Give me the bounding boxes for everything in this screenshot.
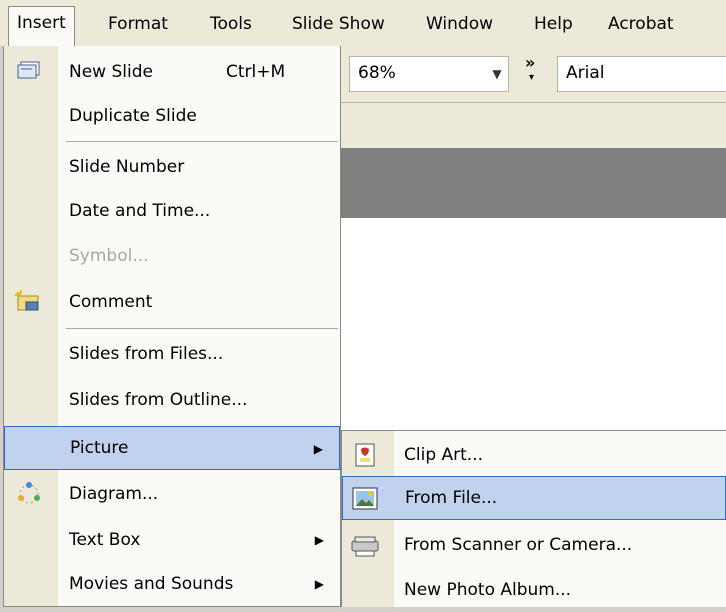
menu-item-from-scanner[interactable]: From Scanner or Camera... — [342, 523, 726, 567]
menu-format[interactable]: Format — [100, 8, 176, 40]
picture-file-icon — [348, 483, 382, 515]
toolbar-overflow-icon[interactable]: » — [525, 54, 535, 72]
menu-item-slide-number[interactable]: Slide Number — [4, 145, 340, 189]
menu-window[interactable]: Window — [418, 8, 501, 40]
comment-icon — [12, 286, 46, 318]
menu-item-diagram[interactable]: Diagram... — [4, 472, 340, 516]
font-value: Arial — [566, 63, 605, 83]
menu-item-symbol: Symbol... — [69, 246, 149, 266]
menu-item-new-slide[interactable]: New Slide Ctrl+M — [4, 50, 340, 94]
menu-tools[interactable]: Tools — [202, 8, 260, 40]
menu-separator — [66, 141, 338, 142]
menu-item-new-photo-album[interactable]: New Photo Album... — [342, 568, 726, 612]
zoom-value: 68% — [358, 63, 396, 83]
menu-item-movies-sounds[interactable]: Movies and Sounds ▶ — [4, 562, 340, 606]
picture-submenu: Clip Art... From File... From Scanner or… — [341, 430, 726, 607]
chevron-down-icon[interactable]: ▼ — [486, 57, 508, 91]
menu-bar: Insert Format Tools Slide Show Window He… — [0, 0, 726, 46]
menu-item-slides-from-files[interactable]: Slides from Files... — [4, 332, 340, 376]
new-slide-icon — [12, 56, 46, 88]
font-select[interactable]: Arial — [557, 56, 726, 92]
shortcut-label: Ctrl+M — [226, 62, 286, 82]
menu-item-duplicate-slide[interactable]: Duplicate Slide — [4, 94, 340, 138]
insert-menu: New Slide Ctrl+M Duplicate Slide Slide N… — [3, 46, 341, 607]
menu-item-clip-art[interactable]: Clip Art... — [342, 433, 726, 477]
formatting-toolbar: 68% ▼ » ▾ Arial — [335, 46, 726, 102]
menu-item-from-file[interactable]: From File... — [342, 476, 726, 520]
menu-separator — [66, 328, 338, 329]
menu-slide-show[interactable]: Slide Show — [284, 8, 393, 40]
diagram-icon — [12, 478, 46, 510]
submenu-arrow-icon: ▶ — [314, 533, 324, 547]
submenu-arrow-icon: ▶ — [314, 577, 324, 591]
menu-item-date-time[interactable]: Date and Time... — [4, 189, 340, 233]
menu-item-comment[interactable]: Comment — [4, 280, 340, 324]
menu-item-picture[interactable]: Picture ▶ — [4, 426, 340, 470]
toolbar-band — [335, 102, 726, 148]
clip-art-icon — [348, 439, 382, 471]
scanner-icon — [348, 529, 382, 561]
menu-insert[interactable]: Insert — [8, 6, 75, 46]
workspace-header — [335, 148, 726, 218]
menu-help[interactable]: Help — [526, 8, 581, 40]
menu-acrobat[interactable]: Acrobat — [600, 8, 682, 40]
menu-item-slides-from-outline[interactable]: Slides from Outline... — [4, 378, 340, 422]
menu-item-text-box[interactable]: Text Box ▶ — [4, 518, 340, 562]
submenu-arrow-icon: ▶ — [313, 442, 323, 456]
zoom-select[interactable]: 68% ▼ — [349, 56, 509, 92]
toolbar-options-icon[interactable]: ▾ — [529, 72, 534, 83]
